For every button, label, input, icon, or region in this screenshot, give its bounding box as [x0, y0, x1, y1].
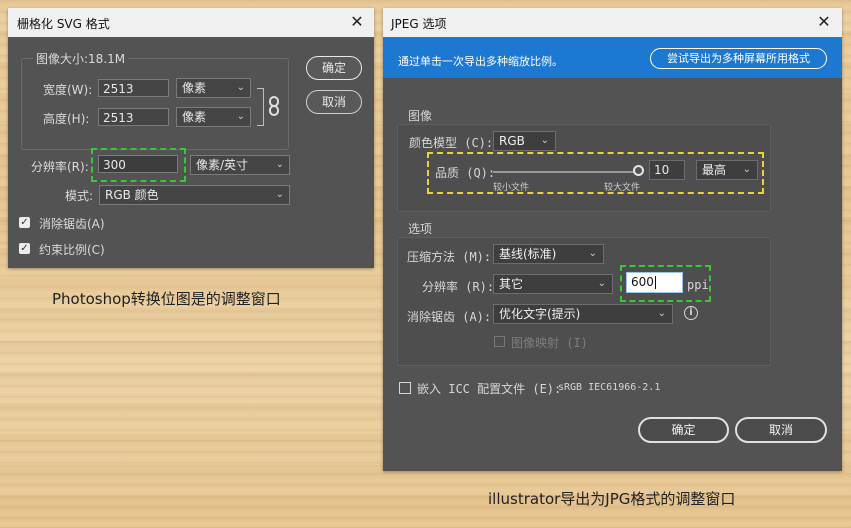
options-section-title: 选项 [408, 222, 433, 236]
chevron-down-icon: ⌄ [275, 189, 284, 200]
quality-preset-value: 最高 [702, 163, 727, 177]
ok-button[interactable]: 确定 [638, 417, 729, 443]
link-icon[interactable] [267, 96, 281, 116]
antialias-select[interactable]: 优化文字(提示) ⌄ [493, 304, 673, 324]
illustrator-jpeg-options-dialog: JPEG 选项 ✕ 通过单击一次导出多种缩放比例。 尝试导出为多种屏幕所用格式 … [383, 8, 842, 471]
compression-select[interactable]: 基线(标准) ⌄ [493, 244, 604, 264]
quality-slider-track[interactable] [493, 171, 639, 173]
color-model-label: 颜色模型 (C): [409, 136, 494, 150]
image-section-title: 图像 [408, 109, 433, 123]
text-caret [654, 276, 656, 289]
width-label: 宽度(W): [43, 83, 93, 97]
compression-label: 压缩方法 (M): [407, 250, 492, 264]
chevron-down-icon: ⌄ [742, 164, 751, 175]
height-label: 高度(H): [43, 112, 90, 126]
quality-max-caption: 较大文件 [604, 183, 641, 193]
height-field[interactable]: 2513 [98, 108, 169, 126]
cancel-button[interactable]: 取消 [306, 90, 362, 114]
icc-label: 嵌入 ICC 配置文件 (E): [417, 382, 562, 396]
height-unit-value: 像素 [182, 110, 207, 124]
close-icon[interactable]: ✕ [815, 13, 833, 31]
image-size-group [21, 58, 289, 150]
resolution-unit-select[interactable]: 像素/英寸 ⌄ [190, 155, 290, 175]
resolution-value: 其它 [499, 277, 524, 291]
resolution-custom-value: 600 [631, 275, 654, 289]
icc-checkbox[interactable] [399, 382, 411, 394]
dialog-title: 栅格化 SVG 格式 [17, 17, 110, 31]
chevron-down-icon: ⌄ [588, 248, 597, 259]
constrain-bracket [257, 88, 264, 126]
cancel-button[interactable]: 取消 [735, 417, 827, 443]
dialog-titlebar [383, 8, 842, 37]
quality-slider-thumb[interactable] [633, 165, 644, 176]
antialias-value: 优化文字(提示) [499, 307, 581, 321]
quality-preset-select[interactable]: 最高 ⌄ [696, 160, 758, 180]
resolution-unit-value: 像素/英寸 [196, 158, 249, 172]
mode-value: RGB 颜色 [105, 188, 159, 202]
imagemap-label: 图像映射 (I) [511, 336, 588, 350]
chevron-down-icon: ⌄ [236, 82, 245, 93]
try-export-screens-button[interactable]: 尝试导出为多种屏幕所用格式 [650, 48, 827, 69]
antialias-label: 消除锯齿(A) [39, 217, 105, 231]
height-unit-select[interactable]: 像素 ⌄ [176, 107, 251, 127]
chevron-down-icon: ⌄ [657, 308, 666, 319]
info-icon[interactable]: i [684, 306, 698, 320]
banner-text: 通过单击一次导出多种缩放比例。 [398, 55, 563, 68]
quality-min-caption: 较小文件 [493, 183, 530, 193]
resolution-unit-label: ppi [687, 278, 709, 292]
icc-profile-name: sRGB IEC61966-2.1 [558, 382, 661, 393]
resolution-label: 分辨率 (R): [422, 280, 495, 294]
constrain-label: 约束比例(C) [39, 243, 105, 257]
color-model-value: RGB [499, 134, 525, 148]
quality-label: 品质 (Q): [435, 166, 496, 180]
mode-label: 模式: [65, 189, 94, 203]
compression-value: 基线(标准) [499, 247, 557, 261]
antialias-label: 消除锯齿 (A): [407, 310, 492, 324]
dialog-title: JPEG 选项 [391, 17, 447, 31]
chevron-down-icon: ⌄ [540, 135, 549, 146]
image-size-label: 图像大小:18.1M [33, 50, 129, 67]
width-unit-value: 像素 [182, 81, 207, 95]
quality-value-field[interactable]: 10 [649, 160, 685, 180]
resolution-select[interactable]: 其它 ⌄ [493, 274, 613, 294]
illustrator-caption: illustrator导出为JPG格式的调整窗口 [488, 490, 736, 508]
antialias-checkbox[interactable]: ✓ [19, 217, 30, 228]
chevron-down-icon: ⌄ [597, 278, 606, 289]
width-field[interactable]: 2513 [98, 79, 169, 97]
chevron-down-icon: ⌄ [275, 159, 284, 170]
width-unit-select[interactable]: 像素 ⌄ [176, 78, 251, 98]
imagemap-checkbox[interactable] [494, 336, 505, 347]
constrain-checkbox[interactable]: ✓ [19, 243, 30, 254]
chevron-down-icon: ⌄ [236, 111, 245, 122]
color-model-select[interactable]: RGB ⌄ [493, 131, 556, 151]
mode-select[interactable]: RGB 颜色 ⌄ [99, 185, 290, 205]
ok-button[interactable]: 确定 [306, 56, 362, 80]
photoshop-caption: Photoshop转换位图是的调整窗口 [52, 290, 281, 308]
resolution-custom-field[interactable]: 600 [626, 272, 683, 293]
close-icon[interactable]: ✕ [348, 13, 366, 31]
resolution-field[interactable]: 300 [98, 155, 178, 173]
resolution-label: 分辨率(R): [31, 160, 89, 174]
photoshop-rasterize-dialog: 栅格化 SVG 格式 ✕ 图像大小:18.1M 宽度(W): 2513 像素 ⌄… [8, 8, 374, 268]
